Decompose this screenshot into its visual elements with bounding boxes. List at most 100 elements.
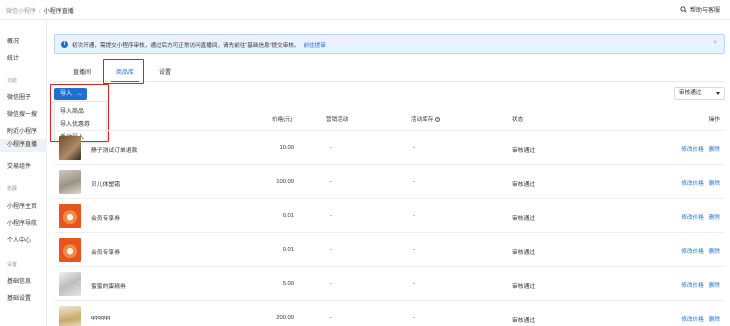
sidebar: 概况 统计 功能 微信圈子 微信搜一搜 附近小程序 小程序直播 交易组件 拓展 … [0,21,47,326]
sidebar-item-overview[interactable]: 概况 [7,36,19,45]
product-stock: - [413,281,415,287]
help-icon: ? [434,117,440,123]
sidebar-item-profile[interactable]: 个人中心 [7,235,31,244]
edit-price-link[interactable]: 修改价格 [681,283,703,289]
sidebar-item-basic-info[interactable]: 基础信息 [7,276,31,285]
info-icon: i [61,41,68,48]
sidebar-item-search[interactable]: 微信搜一搜 [7,109,37,118]
product-status: 审核通过 [512,216,536,222]
sidebar-group-extend: 拓展 [7,186,18,192]
edit-price-link[interactable]: 修改价格 [681,181,703,187]
product-name: 蜜蜜的蛋糕券 [91,284,126,290]
product-status: 审核通过 [512,318,536,324]
breadcrumb-current: 小程序直播 [43,9,74,15]
product-status: 审核通过 [512,148,536,154]
product-thumbnail [59,136,81,160]
product-price: 100.00 [276,179,294,185]
product-price: 0.01 [282,213,294,219]
product-promo: - [330,179,332,185]
sidebar-item-stats[interactable]: 统计 [7,53,19,62]
product-price: 200.00 [276,315,294,321]
edit-price-link[interactable]: 修改价格 [681,317,703,323]
product-thumbnail [59,306,81,326]
sidebar-item-nearby[interactable]: 附近小程序 [7,126,37,135]
notice-message: 初次开通，需提交小程序审核，通过后方可正常访问直播间，请先前往“基础信息”提交审… [72,43,300,49]
product-price: 0.01 [282,247,294,253]
notice-link[interactable]: 前往提审 [303,43,325,49]
breadcrumb-root[interactable]: 微信小程序 [6,9,36,15]
product-price: 5.00 [282,281,294,287]
table-header: 价格(元) 营销活动 活动库存 ? 状态 操作 [54,112,725,126]
help-label: 帮助与客服 [689,8,720,14]
product-stock: - [413,315,415,321]
column-status: 状态 [512,117,524,123]
row-actions: 修改价格 删除 [681,179,720,187]
sidebar-group-settings: 设置 [7,262,18,268]
sidebar-item-circle[interactable]: 微信圈子 [7,92,31,101]
tab-bar: 直播间 商品库 设置 [54,60,725,82]
row-actions: 修改价格 删除 [681,247,720,255]
product-status: 审核通过 [512,182,536,188]
column-actions: 操作 [708,117,720,123]
product-thumbnail [59,272,81,296]
column-stock: 活动库存 ? [411,115,440,123]
product-stock: - [413,145,415,151]
row-actions: 修改价格 删除 [681,315,720,323]
sidebar-item-live[interactable]: 小程序直播 [0,139,47,152]
product-thumbnail [59,238,81,262]
row-actions: 修改价格 删除 [681,213,720,221]
table-row: qqqqqq 200.00 - - 审核通过 修改价格 删除 [54,300,725,326]
sidebar-item-basic-settings[interactable]: 基础设置 [7,293,31,302]
product-status: 审核通过 [512,250,536,256]
delete-link[interactable]: 删除 [709,249,720,255]
status-filter-select[interactable]: 审核通过 [674,87,725,100]
sidebar-group-features: 功能 [7,78,18,84]
product-promo: - [330,213,332,219]
breadcrumb-separator: / [39,9,41,15]
product-promo: - [330,145,332,151]
breadcrumb: 微信小程序 / 小程序直播 [6,6,74,15]
top-bar: 微信小程序 / 小程序直播 帮助与客服 [0,0,730,20]
table-row: 会员专享券 0.01 - - 审核通过 修改价格 删除 [54,198,725,232]
product-promo: - [330,315,332,321]
delete-link[interactable]: 删除 [709,317,720,323]
close-icon[interactable]: × [713,40,717,46]
product-stock: - [413,179,415,185]
tab-settings[interactable]: 设置 [159,67,171,76]
help-link[interactable]: 帮助与客服 [680,5,720,14]
table-row: 静子测试订单退款 10.00 - - 审核通过 修改价格 删除 [54,130,725,164]
sidebar-item-navigation[interactable]: 小程序导航 [7,218,37,227]
search-icon [680,6,687,13]
product-stock: - [413,247,415,253]
product-status: 审核通过 [512,284,536,290]
row-actions: 修改价格 删除 [681,281,720,289]
column-stock-label: 活动库存 [411,117,434,123]
caret-down-icon [716,92,720,95]
table-row: 会员专享券 0.01 - - 审核通过 修改价格 删除 [54,232,725,266]
product-promo: - [330,247,332,253]
delete-link[interactable]: 删除 [709,215,720,221]
delete-link[interactable]: 删除 [709,283,720,289]
row-actions: 修改价格 删除 [681,145,720,153]
table-row: 蜜蜜的蛋糕券 5.00 - - 审核通过 修改价格 删除 [54,266,725,300]
edit-price-link[interactable]: 修改价格 [681,147,703,153]
sidebar-item-homepage[interactable]: 小程序主页 [7,201,37,210]
product-promo: - [330,281,332,287]
product-stock: - [413,213,415,219]
product-name: 会员专享券 [91,250,120,256]
delete-link[interactable]: 删除 [709,181,720,187]
table-row: 贝儿体塑霜 100.00 - - 审核通过 修改价格 删除 [54,164,725,198]
product-name: qqqqqq [91,315,111,321]
column-price: 价格(元) [272,117,293,123]
tab-live-room[interactable]: 直播间 [73,67,91,76]
notice-banner: i 初次开通，需提交小程序审核，通过后方可正常访问直播间，请先前往“基础信息”提… [54,34,725,54]
sidebar-item-trade[interactable]: 交易组件 [7,161,31,170]
delete-link[interactable]: 删除 [709,147,720,153]
edit-price-link[interactable]: 修改价格 [681,215,703,221]
product-price: 10.00 [279,145,294,151]
edit-price-link[interactable]: 修改价格 [681,249,703,255]
product-thumbnail [59,204,81,228]
highlight-box-tab [103,59,144,84]
product-name: 会员专享券 [91,216,120,222]
column-promo: 营销活动 [326,117,349,123]
